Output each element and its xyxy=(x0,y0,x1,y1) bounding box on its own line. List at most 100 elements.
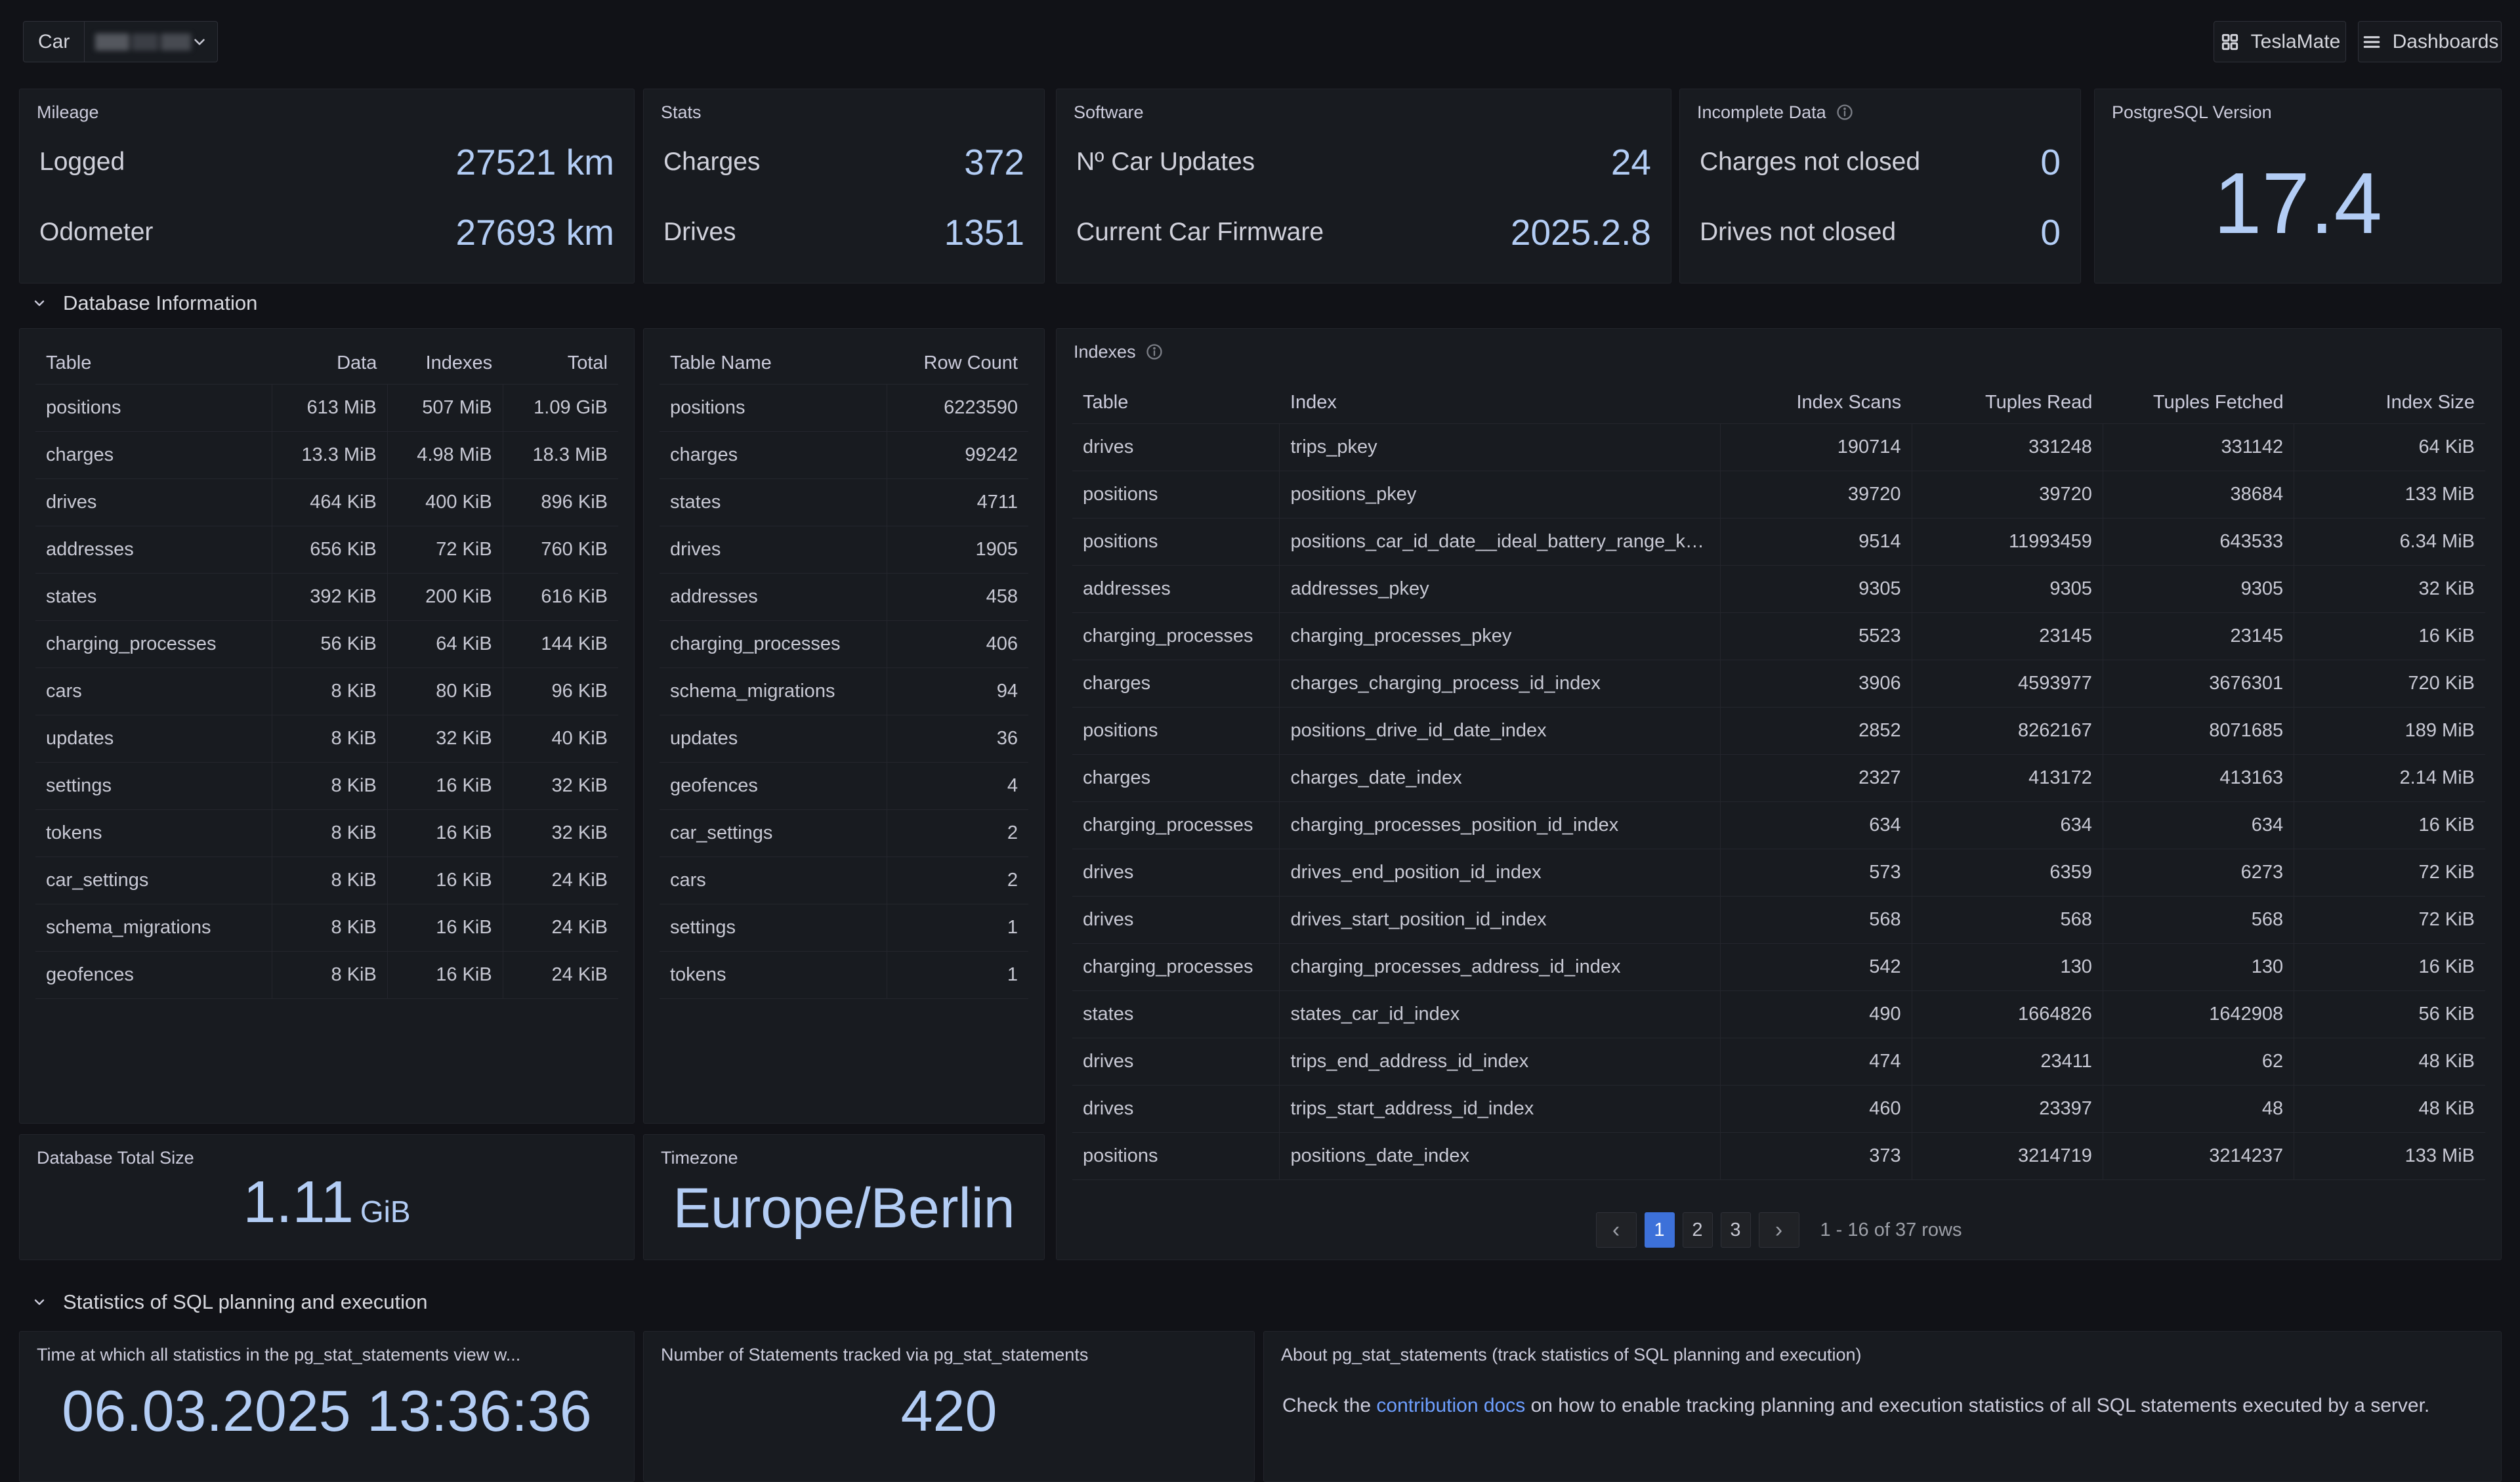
cell: 8 KiB xyxy=(272,763,388,810)
cell: 8 KiB xyxy=(272,857,388,904)
cell: 40 KiB xyxy=(503,715,618,763)
cell: car_settings xyxy=(660,810,887,857)
column-header[interactable]: Index Size xyxy=(2294,381,2485,424)
cell: trips_start_address_id_index xyxy=(1280,1086,1721,1133)
cell: charging_processes_address_id_index xyxy=(1280,944,1721,991)
table-row: updates8 KiB32 KiB40 KiB xyxy=(35,715,618,763)
cell: 2852 xyxy=(1721,708,1912,755)
cell: 32 KiB xyxy=(2294,566,2485,613)
info-circle-icon[interactable] xyxy=(1145,343,1164,361)
cell: trips_pkey xyxy=(1280,424,1721,471)
cell: charging_processes_pkey xyxy=(1280,613,1721,660)
cell: 8 KiB xyxy=(272,952,388,999)
cell: 720 KiB xyxy=(2294,660,2485,708)
cell: addresses xyxy=(660,574,887,621)
cell: 16 KiB xyxy=(2294,613,2485,660)
cell: 1 xyxy=(887,952,1028,999)
contribution-docs-link[interactable]: contribution docs xyxy=(1376,1395,1525,1416)
cell: 6359 xyxy=(1912,849,2103,897)
cell: charges_date_index xyxy=(1280,755,1721,802)
page-button-3[interactable]: 3 xyxy=(1721,1212,1751,1248)
section-title: Statistics of SQL planning and execution xyxy=(63,1290,427,1314)
cell: 9305 xyxy=(1912,566,2103,613)
panel-title: Mileage xyxy=(20,89,634,123)
cell: schema_migrations xyxy=(660,668,887,715)
cell: charges xyxy=(35,432,272,479)
cell: geofences xyxy=(660,763,887,810)
database-total-size-value: 1.11 GiB xyxy=(20,1169,634,1260)
cell: 634 xyxy=(1721,802,1912,849)
table-row: addresses458 xyxy=(660,574,1028,621)
table-row: charges99242 xyxy=(660,432,1028,479)
stats-panel: Stats Charges 372 Drives 1351 xyxy=(643,89,1045,284)
car-variable-picker[interactable]: Car xyxy=(23,21,218,62)
teslamate-button[interactable]: TeslaMate xyxy=(2214,21,2346,62)
page-button-2[interactable]: 2 xyxy=(1683,1212,1713,1248)
table-row: schema_migrations94 xyxy=(660,668,1028,715)
column-header[interactable]: Total xyxy=(503,342,618,385)
stat-label: Drives not closed xyxy=(1700,218,1896,247)
cell: 474 xyxy=(1721,1038,1912,1086)
column-header[interactable]: Tuples Fetched xyxy=(2103,381,2294,424)
timezone-value: Europe/Berlin xyxy=(644,1169,1044,1260)
table-row: settings1 xyxy=(660,904,1028,952)
cell: 613 MiB xyxy=(272,385,388,432)
cell: 568 xyxy=(2103,897,2294,944)
pagination-prev-button[interactable]: ‹ xyxy=(1596,1212,1637,1248)
column-header[interactable]: Tuples Read xyxy=(1912,381,2103,424)
cell: 2327 xyxy=(1721,755,1912,802)
table-sizes-panel: TableDataIndexesTotalpositions613 MiB507… xyxy=(19,328,635,1124)
cell: 16 KiB xyxy=(387,952,503,999)
cell: 9514 xyxy=(1721,519,1912,566)
cell: charges xyxy=(660,432,887,479)
panel-title: Timezone xyxy=(644,1135,1044,1169)
section-database-information[interactable]: Database Information xyxy=(32,289,257,318)
cell: car_settings xyxy=(35,857,272,904)
panel-title: Stats xyxy=(644,89,1044,123)
cell: 413172 xyxy=(1912,755,2103,802)
cell: 2 xyxy=(887,810,1028,857)
info-circle-icon[interactable] xyxy=(1836,103,1854,121)
table-row: drivestrips_start_address_id_index460233… xyxy=(1072,1086,2485,1133)
table-row: charging_processescharging_processes_pos… xyxy=(1072,802,2485,849)
section-sql-statistics[interactable]: Statistics of SQL planning and execution xyxy=(32,1288,427,1317)
column-header[interactable]: Data xyxy=(272,342,388,385)
cell: trips_end_address_id_index xyxy=(1280,1038,1721,1086)
cell: 16 KiB xyxy=(387,763,503,810)
car-variable-value[interactable] xyxy=(85,22,217,62)
cell: positions_car_id_date__ideal_battery_ran… xyxy=(1280,519,1721,566)
page-button-1[interactable]: 1 xyxy=(1645,1212,1675,1248)
column-header[interactable]: Index Scans xyxy=(1721,381,1912,424)
column-header[interactable]: Table Name xyxy=(660,342,887,385)
pagination-next-button[interactable]: › xyxy=(1759,1212,1799,1248)
stat-label: Charges xyxy=(663,148,760,177)
cell: tokens xyxy=(660,952,887,999)
table-row: settings8 KiB16 KiB32 KiB xyxy=(35,763,618,810)
table-row: schema_migrations8 KiB16 KiB24 KiB xyxy=(35,904,618,952)
table-row: drivestrips_pkey19071433124833114264 KiB xyxy=(1072,424,2485,471)
dashboards-button[interactable]: Dashboards xyxy=(2358,21,2502,62)
cell: drives xyxy=(1072,1038,1280,1086)
stat-row: Charges 372 xyxy=(663,141,1024,183)
cell: 64 KiB xyxy=(2294,424,2485,471)
cell: 656 KiB xyxy=(272,526,388,574)
column-header[interactable]: Table xyxy=(1072,381,1280,424)
column-header[interactable]: Row Count xyxy=(887,342,1028,385)
teslamate-button-label: TeslaMate xyxy=(2251,31,2341,53)
table-row: cars2 xyxy=(660,857,1028,904)
column-header[interactable]: Index xyxy=(1280,381,1721,424)
cell: charging_processes xyxy=(1072,802,1280,849)
table-row: charging_processes56 KiB64 KiB144 KiB xyxy=(35,621,618,668)
column-header[interactable]: Indexes xyxy=(387,342,503,385)
car-variable-label: Car xyxy=(24,22,85,62)
column-header[interactable]: Table xyxy=(35,342,272,385)
cell: 200 KiB xyxy=(387,574,503,621)
cell: 16 KiB xyxy=(2294,944,2485,991)
table-sizes-table: TableDataIndexesTotalpositions613 MiB507… xyxy=(35,342,618,999)
panel-title: Software xyxy=(1057,89,1671,123)
table-row: states4711 xyxy=(660,479,1028,526)
cell: 16 KiB xyxy=(387,857,503,904)
panel-title-row: Indexes xyxy=(1057,329,2501,363)
cell: 634 xyxy=(2103,802,2294,849)
stat-row: Current Car Firmware 2025.2.8 xyxy=(1076,211,1651,253)
